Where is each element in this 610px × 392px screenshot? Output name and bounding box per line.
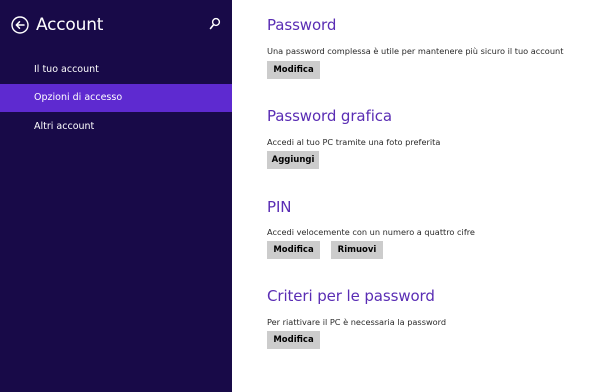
- search-button[interactable]: [209, 17, 221, 31]
- nav-item-opzioni-di-accesso[interactable]: Opzioni di accesso: [0, 84, 232, 112]
- nav-item-label: Opzioni di accesso: [34, 92, 123, 103]
- section-description-pin: Accedi velocemente con un numero a quatt…: [267, 227, 475, 237]
- sidebar-title: Account: [36, 15, 104, 35]
- sidebar: Account Il tuo account Opzioni di access…: [0, 0, 232, 392]
- section-description-password: Una password complessa è utile per mante…: [267, 46, 564, 56]
- back-button[interactable]: [11, 16, 29, 34]
- main-content: Password Una password complessa è utile …: [232, 0, 610, 392]
- nav-item-label: Il tuo account: [34, 64, 99, 75]
- password-modifica-button[interactable]: Modifica: [267, 61, 320, 79]
- nav-item-il-tuo-account[interactable]: Il tuo account: [0, 56, 232, 84]
- nav-item-altri-account[interactable]: Altri account: [0, 113, 232, 141]
- pin-modifica-button[interactable]: Modifica: [267, 241, 320, 259]
- criteri-password-modifica-button[interactable]: Modifica: [267, 331, 320, 349]
- section-title-password: Password: [267, 16, 337, 34]
- search-icon: [209, 17, 221, 30]
- section-title-password-grafica: Password grafica: [267, 107, 392, 125]
- pin-rimuovi-button[interactable]: Rimuovi: [331, 241, 383, 259]
- password-grafica-aggiungi-button[interactable]: Aggiungi: [267, 151, 319, 169]
- section-title-pin: PIN: [267, 198, 292, 216]
- section-description-criteri-password: Per riattivare il PC è necessaria la pas…: [267, 317, 447, 327]
- nav-item-label: Altri account: [34, 121, 95, 132]
- section-description-password-grafica: Accedi al tuo PC tramite una foto prefer…: [267, 137, 441, 147]
- section-title-criteri-password: Criteri per le password: [267, 287, 435, 305]
- back-arrow-circle-icon: [11, 16, 29, 34]
